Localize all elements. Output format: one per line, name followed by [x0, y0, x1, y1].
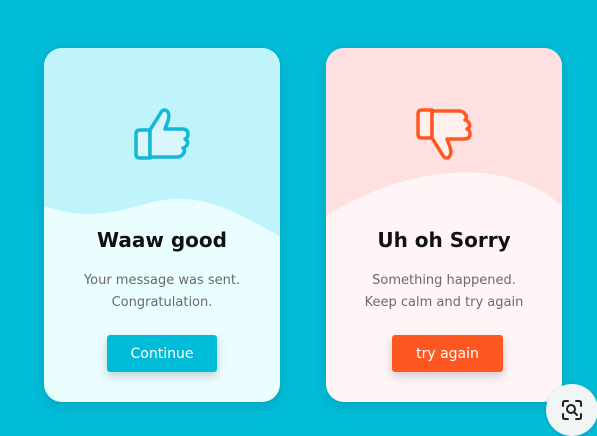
continue-button[interactable]: Continue — [107, 335, 217, 372]
thumbs-down-icon — [416, 108, 472, 160]
success-message: Your message was sent. Congratulation. — [44, 270, 280, 314]
try-again-button[interactable]: try again — [392, 335, 503, 372]
lens-search-button[interactable] — [546, 384, 597, 436]
error-message-line2: Keep calm and try again — [364, 295, 524, 310]
error-message: Something happened. Keep calm and try ag… — [326, 270, 562, 314]
lens-search-icon — [562, 400, 582, 420]
success-title: Waaw good — [97, 228, 227, 252]
success-message-line1: Your message was sent. — [83, 273, 241, 288]
error-message-line1: Something happened. — [372, 273, 516, 288]
error-title: Uh oh Sorry — [377, 228, 511, 252]
thumbs-up-icon — [134, 108, 190, 160]
error-card: Uh oh Sorry Something happened. Keep cal… — [326, 48, 562, 402]
success-message-line2: Congratulation. — [111, 295, 213, 310]
success-card: Waaw good Your message was sent. Congrat… — [44, 48, 280, 402]
